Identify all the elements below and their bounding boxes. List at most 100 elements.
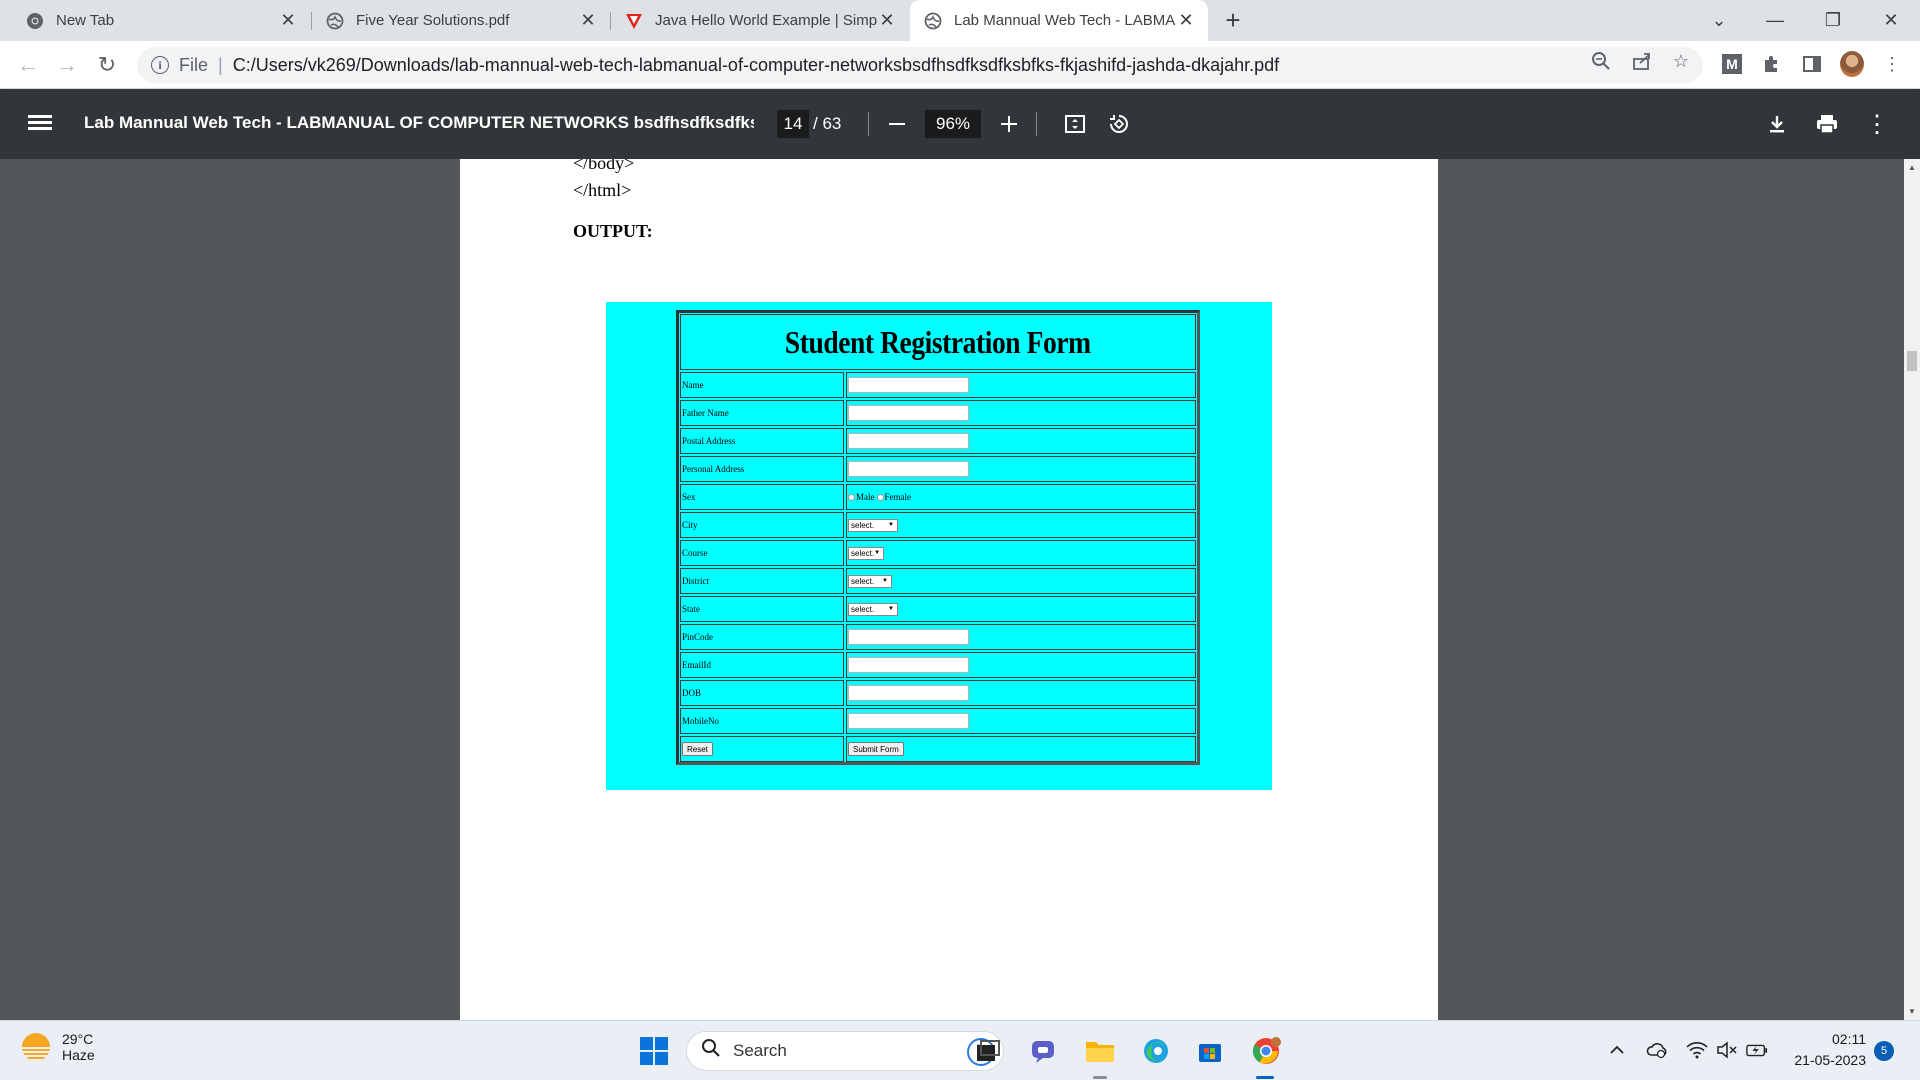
volume-muted-icon[interactable]: [1716, 1039, 1738, 1061]
form-row: Name: [680, 372, 1196, 398]
bookmark-star-icon[interactable]: ☆: [1670, 50, 1692, 72]
chrome-taskbar-icon[interactable]: [1250, 1035, 1282, 1067]
side-panel-icon[interactable]: [1800, 52, 1824, 76]
form-row: District select. ▼: [680, 568, 1196, 594]
pdf-title: Lab Mannual Web Tech - LABMANUAL OF COMP…: [84, 113, 754, 132]
new-tab-button[interactable]: +: [1220, 7, 1246, 34]
select-dropdown[interactable]: select. ▼: [848, 518, 898, 532]
text-input[interactable]: [848, 377, 969, 393]
scroll-up-icon[interactable]: ▲: [1908, 163, 1916, 172]
task-view-icon[interactable]: [972, 1035, 1004, 1067]
windows-taskbar: 29°C Haze Search b: [0, 1020, 1920, 1080]
text-input[interactable]: [848, 657, 969, 673]
tab-search-icon[interactable]: ⌄: [1694, 0, 1744, 41]
reload-icon[interactable]: ↻: [93, 51, 121, 79]
edge-browser-icon[interactable]: [1140, 1035, 1172, 1067]
back-icon[interactable]: ←: [14, 51, 42, 79]
onedrive-sync-icon[interactable]: [1646, 1039, 1668, 1061]
haze-weather-icon: [22, 1033, 50, 1061]
tab-lab-manual[interactable]: Lab Mannual Web Tech - LABMA ✕: [910, 0, 1208, 41]
form-row: EmailId: [680, 652, 1196, 678]
profile-avatar[interactable]: [1840, 51, 1864, 77]
text-input[interactable]: [848, 685, 969, 701]
close-icon[interactable]: ✕: [1176, 10, 1196, 31]
close-window-icon[interactable]: ✕: [1866, 0, 1916, 41]
select-value: select.: [851, 604, 875, 614]
info-icon[interactable]: i: [151, 56, 169, 74]
select-dropdown[interactable]: select. ▼: [848, 602, 898, 616]
scrollbar-thumb[interactable]: [1907, 351, 1917, 371]
radio-button[interactable]: [876, 493, 884, 501]
page-total: / 63: [813, 114, 842, 133]
share-icon[interactable]: [1631, 50, 1653, 72]
hamburger-menu-icon[interactable]: [28, 112, 52, 136]
radio-button[interactable]: [848, 493, 855, 501]
form-row: Postal Address: [680, 428, 1196, 454]
toolbar-divider: [868, 112, 869, 136]
restore-icon[interactable]: ❐: [1808, 0, 1858, 41]
chrome-menu-icon[interactable]: ⋮: [1880, 52, 1904, 76]
zoom-in-icon[interactable]: [996, 111, 1022, 137]
scroll-down-icon[interactable]: ▼: [1908, 1007, 1916, 1016]
reset-button[interactable]: Reset: [682, 742, 713, 756]
file-explorer-icon[interactable]: [1084, 1035, 1116, 1067]
more-options-icon[interactable]: ⋮: [1864, 111, 1890, 138]
print-icon[interactable]: [1814, 111, 1840, 137]
form-field-cell: select. ▼: [846, 512, 1196, 538]
text-input[interactable]: [848, 433, 969, 449]
dropdown-arrow-icon: ▼: [882, 578, 888, 584]
wifi-icon[interactable]: [1686, 1039, 1708, 1061]
dropdown-arrow-icon: ▼: [874, 550, 881, 556]
form-field-cell: select. ▼: [846, 568, 1196, 594]
zoom-level-input[interactable]: 96%: [925, 110, 981, 138]
form-row: Course select. ▼: [680, 540, 1196, 566]
select-dropdown[interactable]: select. ▼: [848, 546, 884, 560]
pdf-viewer: </body> </html> OUTPUT: Student Registra…: [0, 159, 1920, 1020]
text-input[interactable]: [848, 629, 969, 645]
clock-date[interactable]: 21-05-2023: [1780, 1052, 1866, 1068]
windows-start-icon[interactable]: [638, 1035, 670, 1067]
fit-to-page-icon[interactable]: [1062, 111, 1088, 137]
text-input[interactable]: [848, 405, 969, 421]
teams-chat-icon[interactable]: [1028, 1035, 1060, 1067]
taskbar-search[interactable]: Search b: [686, 1031, 1004, 1071]
minimize-icon[interactable]: —: [1750, 0, 1800, 41]
rotate-icon[interactable]: [1106, 111, 1132, 137]
submit-form-button[interactable]: Submit Form: [848, 742, 904, 756]
select-dropdown[interactable]: select. ▼: [848, 574, 892, 588]
form-row: DOB: [680, 680, 1196, 706]
close-icon[interactable]: ✕: [278, 10, 298, 31]
zoom-icon[interactable]: [1590, 50, 1612, 72]
form-row: State select. ▼: [680, 596, 1196, 622]
zoom-out-icon[interactable]: [884, 111, 910, 137]
extension-m-icon[interactable]: M: [1720, 52, 1744, 76]
registration-form-table: Student Registration Form Name Father Nam…: [676, 310, 1200, 765]
address-bar[interactable]: i File | C:/Users/vk269/Downloads/lab-ma…: [137, 47, 1703, 83]
clock-time[interactable]: 02:11: [1780, 1031, 1866, 1047]
page-number-input[interactable]: 14: [777, 110, 809, 138]
form-field-label: Postal Address: [680, 428, 844, 454]
microsoft-store-icon[interactable]: [1194, 1035, 1226, 1067]
form-rows: Name Father Name Postal Address Personal Ad…: [680, 372, 1196, 734]
tab-java-hello-world[interactable]: Java Hello World Example | Simpl ✕: [611, 0, 909, 41]
pdf-page: </body> </html> OUTPUT: Student Registra…: [460, 159, 1438, 1020]
form-field-label: EmailId: [680, 652, 844, 678]
close-icon[interactable]: ✕: [877, 10, 897, 31]
notification-badge[interactable]: 5: [1874, 1041, 1894, 1061]
tab-new-tab[interactable]: New Tab ✕: [12, 0, 310, 41]
vertical-scrollbar[interactable]: ▲ ▼: [1904, 159, 1920, 1020]
close-icon[interactable]: ✕: [578, 10, 598, 31]
pdf-toolbar: Lab Mannual Web Tech - LABMANUAL OF COMP…: [0, 89, 1920, 159]
battery-charging-icon[interactable]: [1746, 1039, 1768, 1061]
url-text: C:/Users/vk269/Downloads/lab-mannual-web…: [232, 54, 1280, 75]
code-line: </html>: [573, 180, 632, 200]
download-icon[interactable]: [1764, 111, 1790, 137]
forward-icon[interactable]: →: [53, 51, 81, 79]
text-input[interactable]: [848, 461, 969, 477]
tab-five-year-solutions[interactable]: Five Year Solutions.pdf ✕: [312, 0, 610, 41]
form-field-label: Personal Address: [680, 456, 844, 482]
extensions-puzzle-icon[interactable]: [1760, 52, 1784, 76]
text-input[interactable]: [848, 713, 969, 729]
chevron-up-icon[interactable]: [1606, 1039, 1628, 1061]
weather-widget[interactable]: 29°C Haze: [22, 1031, 95, 1063]
